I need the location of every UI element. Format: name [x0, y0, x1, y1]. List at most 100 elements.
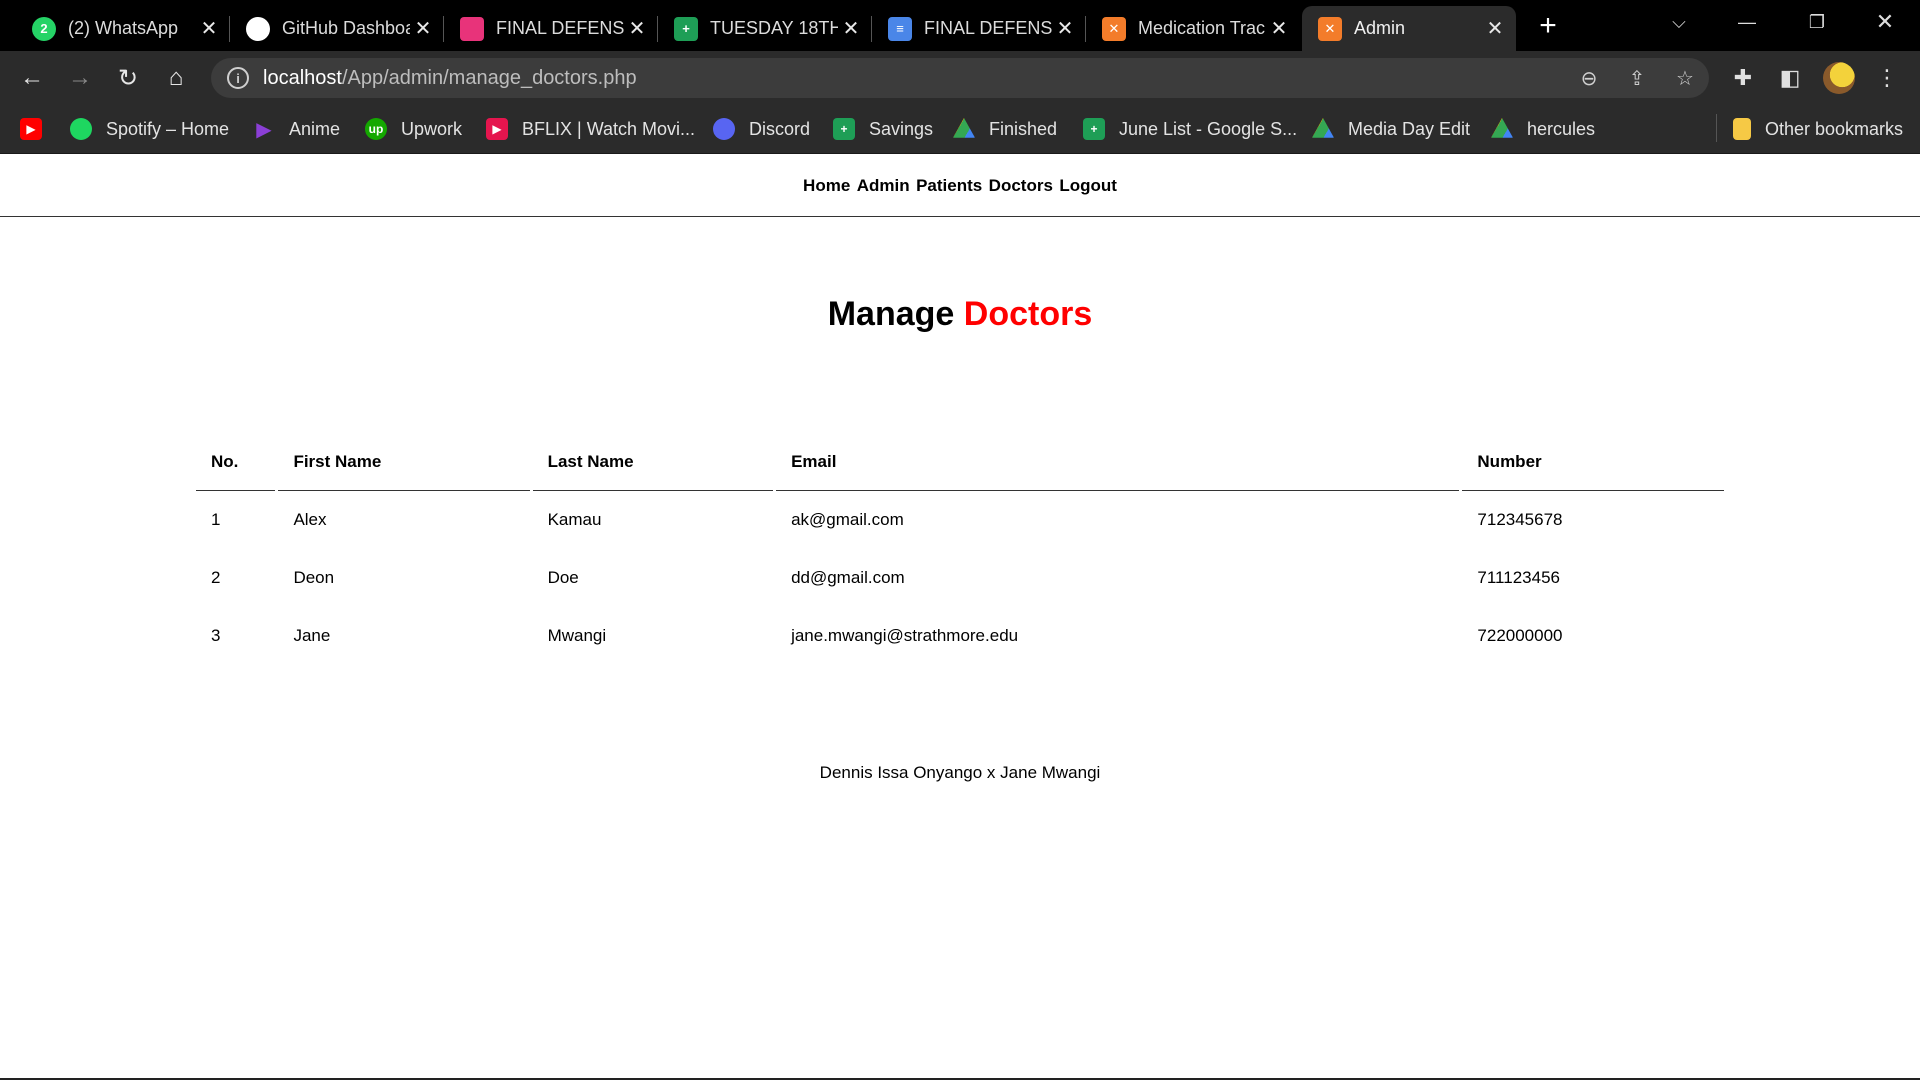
bookmark-anime[interactable]: ▶ Anime — [253, 116, 340, 142]
tab-medication-tracker[interactable]: ✕ Medication Tracker ✕ — [1086, 6, 1300, 51]
cell-no: 2 — [211, 568, 221, 587]
google-drive-icon — [953, 118, 975, 138]
bookmark-discord[interactable]: Discord — [713, 116, 810, 142]
tab-github[interactable]: GitHub Dashboard ✕ — [230, 6, 444, 51]
close-icon[interactable]: ✕ — [410, 16, 436, 41]
menu-icon[interactable]: ⋮ — [1872, 63, 1902, 93]
bookmark-bflix[interactable]: ▶ BFLIX | Watch Movi... — [486, 116, 695, 142]
cell-first-name: Alex — [293, 510, 327, 529]
other-bookmarks[interactable]: Other bookmarks — [1733, 116, 1903, 142]
browser-toolbar: ← → ↻ ⌂ i localhost/App/admin/manage_doc… — [0, 51, 1920, 104]
column-header-no: No. — [196, 434, 276, 491]
bookmark-upwork[interactable]: up Upwork — [365, 116, 462, 142]
site-info-icon[interactable]: i — [227, 67, 249, 89]
column-header-number: Number — [1462, 434, 1724, 491]
play-icon: ▶ — [256, 118, 272, 141]
close-icon[interactable]: ✕ — [1052, 16, 1078, 41]
bookmark-savings[interactable]: + Savings — [833, 116, 933, 142]
side-panel-icon[interactable]: ◧ — [1775, 63, 1805, 93]
page-title-accent: Doctors — [963, 295, 1093, 333]
table-row: 3 Jane Mwangi jane.mwangi@strathmore.edu… — [196, 607, 1724, 665]
cell-number: 712345678 — [1477, 510, 1563, 529]
cell-email: dd@gmail.com — [791, 568, 905, 587]
bookmarks-bar: ▶ Spotify – Home ▶ Anime up Upwork ▶ BFL… — [0, 104, 1920, 154]
reload-icon[interactable]: ↻ — [110, 60, 146, 96]
bookmark-spotify[interactable]: Spotify – Home — [70, 116, 229, 142]
bookmarks-divider — [1716, 114, 1717, 142]
close-icon[interactable]: ✕ — [1266, 16, 1292, 41]
tab-tuesday-sheet[interactable]: + TUESDAY 18TH ✕ — [658, 6, 872, 51]
tab-title: FINAL DEFENSE — [924, 18, 1052, 38]
close-icon[interactable]: ✕ — [838, 16, 864, 41]
page-title: Manage Doctors — [0, 295, 1920, 334]
cell-email: jane.mwangi@strathmore.edu — [791, 626, 1019, 645]
google-sheets-icon: + — [833, 118, 855, 140]
url-text[interactable]: localhost/App/admin/manage_doctors.php — [263, 67, 637, 90]
bookmark-star-icon[interactable]: ☆ — [1673, 66, 1697, 90]
close-icon[interactable]: ✕ — [196, 16, 222, 41]
whatsapp-icon: 2 — [32, 16, 56, 41]
cell-last-name: Mwangi — [547, 626, 607, 645]
xampp-icon: ✕ — [1102, 16, 1126, 41]
cell-no: 1 — [211, 510, 221, 529]
tab-final-defense-classroom[interactable]: FINAL DEFENSE ✕ — [444, 6, 658, 51]
home-icon[interactable]: ⌂ — [158, 60, 194, 96]
forward-icon[interactable]: → — [62, 60, 98, 96]
google-docs-icon: ≡ — [888, 16, 912, 41]
tab-title: FINAL DEFENSE — [496, 18, 624, 38]
cell-email: ak@gmail.com — [791, 510, 904, 529]
google-sheets-icon: + — [1083, 118, 1105, 140]
nav-doctors-link[interactable]: Doctors — [989, 155, 1053, 217]
extensions-icon[interactable]: ✚ — [1728, 63, 1758, 93]
zoom-icon[interactable]: ⊖ — [1577, 66, 1601, 90]
new-tab-button[interactable]: + — [1532, 8, 1564, 44]
tab-search-icon[interactable]: ⌵ — [1652, 0, 1706, 44]
share-icon[interactable]: ⇪ — [1625, 66, 1649, 90]
cell-no: 3 — [211, 626, 221, 645]
bookmark-media-day-edit[interactable]: Media Day Edit — [1312, 116, 1470, 142]
github-icon — [246, 16, 270, 41]
page-title-prefix: Manage — [827, 295, 955, 333]
close-icon[interactable]: ✕ — [624, 16, 650, 41]
profile-avatar[interactable] — [1823, 62, 1855, 94]
tab-title: Medication Tracker — [1138, 18, 1266, 38]
tab-title: Admin — [1354, 18, 1406, 38]
back-icon[interactable]: ← — [14, 60, 50, 96]
address-bar[interactable]: i localhost/App/admin/manage_doctors.php… — [211, 58, 1709, 98]
nav-home-link[interactable]: Home — [803, 155, 850, 217]
window-close-icon[interactable]: ✕ — [1858, 0, 1912, 44]
spotify-icon — [70, 118, 92, 140]
tab-whatsapp[interactable]: 2 (2) WhatsApp ✕ — [16, 6, 230, 51]
tab-admin[interactable]: ✕ Admin ✕ — [1302, 6, 1516, 51]
bookmark-youtube[interactable]: ▶ — [20, 116, 56, 142]
tab-title: TUESDAY 18TH — [710, 18, 838, 38]
folder-icon — [1733, 118, 1751, 140]
google-classroom-icon — [460, 16, 484, 41]
close-icon[interactable]: ✕ — [1482, 16, 1508, 41]
cell-number: 711123456 — [1477, 568, 1560, 587]
tab-final-defense-doc[interactable]: ≡ FINAL DEFENSE ✕ — [872, 6, 1086, 51]
cell-last-name: Doe — [547, 568, 579, 587]
restore-icon[interactable]: ❐ — [1790, 0, 1844, 44]
bookmark-june-list[interactable]: + June List - Google S... — [1083, 116, 1297, 142]
cell-last-name: Kamau — [547, 510, 602, 529]
page-content: Home Admin Patients Doctors Logout Manag… — [0, 155, 1920, 1080]
nav-admin-link[interactable]: Admin — [857, 155, 910, 217]
upwork-icon: up — [365, 118, 387, 140]
table-row: 1 Alex Kamau ak@gmail.com 712345678 — [196, 491, 1724, 549]
column-header-last-name: Last Name — [532, 434, 774, 491]
nav-patients-link[interactable]: Patients — [916, 155, 982, 217]
discord-icon — [713, 118, 735, 140]
nav-logout-link[interactable]: Logout — [1059, 155, 1117, 217]
tab-title: (2) WhatsApp — [68, 18, 179, 38]
youtube-icon: ▶ — [20, 118, 42, 140]
doctors-table: No. First Name Last Name Email Number 1 … — [193, 434, 1727, 665]
google-drive-icon — [1491, 118, 1513, 138]
google-sheets-icon: + — [674, 16, 698, 41]
footer-credits: Dennis Issa Onyango x Jane Mwangi — [819, 763, 1101, 782]
bookmark-finished[interactable]: Finished — [953, 116, 1057, 142]
google-drive-icon — [1312, 118, 1334, 138]
column-header-first-name: First Name — [278, 434, 530, 491]
bookmark-hercules[interactable]: hercules — [1491, 116, 1595, 142]
minimize-icon[interactable]: — — [1720, 0, 1774, 44]
